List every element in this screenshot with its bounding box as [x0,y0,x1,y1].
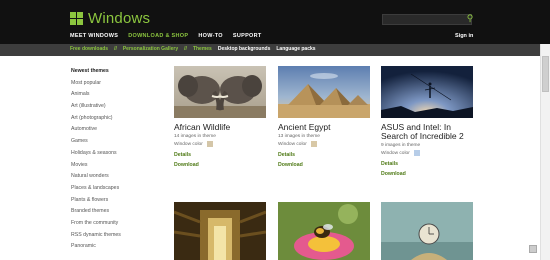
sidebar-item-games[interactable]: Games [71,137,166,149]
top-navigation: MEET WINDOWS DOWNLOAD & SHOP HOW-TO SUPP… [70,33,262,39]
sidebar-item-holidays-seasons[interactable]: Holidays & seasons [71,149,166,161]
theme-title[interactable]: African Wildlife [174,123,266,132]
windows-logo[interactable]: Windows [70,10,150,27]
sidebar-item-animals[interactable]: Animals [71,90,166,102]
windows-flag-icon [70,12,83,25]
sidebar-item-movies[interactable]: Movies [71,161,166,173]
theme-window-color: Window color [174,141,266,147]
sidebar-item-rss-dynamic-themes[interactable]: RSS dynamic themes [71,231,166,243]
subnav-themes[interactable]: Themes [193,46,212,52]
theme-card-african-wildlife: African Wildlife 14 images in theme Wind… [174,66,266,168]
sidebar-item-branded-themes[interactable]: Branded themes [71,207,166,219]
theme-thumbnail-ancient-egypt[interactable] [278,66,370,118]
window-color-label: Window color [174,141,203,147]
sidebar-item-plants-flowers[interactable]: Plants & flowers [71,196,166,208]
theme-image-count: 13 images in theme [278,134,320,139]
theme-window-color: Window color [278,141,370,147]
theme-image-count: 14 images in theme [174,134,216,139]
theme-card-ancient-egypt: Ancient Egypt 13 images in theme Window … [278,66,370,168]
subnav-personalization-gallery[interactable]: Personalization Gallery [123,46,178,52]
theme-image-count: 9 images in theme [381,143,421,148]
sidebar-item-art-illustrative[interactable]: Art (illustrative) [71,102,166,114]
theme-thumbnail-bee-flower[interactable] [278,202,370,260]
details-link[interactable]: Details [278,152,370,158]
color-swatch [310,141,317,147]
subnav-free-downloads[interactable]: Free downloads [70,46,108,52]
subnav-language-packs[interactable]: Language packs [276,46,315,52]
theme-thumbnail-asus-intel[interactable] [381,66,473,118]
theme-thumbnail-library[interactable] [174,202,266,260]
breadcrumb: Free downloads // Personalization Galler… [0,44,550,56]
breadcrumb-separator: // [114,46,117,52]
breadcrumb-separator: // [184,46,187,52]
vertical-scrollbar[interactable] [540,44,550,260]
download-link[interactable]: Download [278,162,370,168]
logo-text: Windows [88,10,151,27]
feedback-icon[interactable] [529,245,537,253]
category-sidebar: Newest themes Most popular Animals Art (… [71,67,166,254]
window-color-label: Window color [381,150,410,156]
subnav-desktop-backgrounds[interactable]: Desktop backgrounds [218,46,271,52]
nav-meet-windows[interactable]: MEET WINDOWS [70,33,118,39]
sidebar-item-newest-themes[interactable]: Newest themes [71,67,166,79]
sidebar-item-from-the-community[interactable]: From the community [71,219,166,231]
sign-in-link[interactable]: Sign in [455,33,473,39]
search-icon[interactable]: ⚲ [465,13,475,24]
sidebar-item-places-landscapes[interactable]: Places & landscapes [71,184,166,196]
nav-download-shop[interactable]: DOWNLOAD & SHOP [128,33,188,39]
theme-thumbnail-african-wildlife[interactable] [174,66,266,118]
site-header: Windows ⚲ MEET WINDOWS DOWNLOAD & SHOP H… [0,0,550,44]
sidebar-item-automotive[interactable]: Automotive [71,125,166,137]
sidebar-item-most-popular[interactable]: Most popular [71,79,166,91]
theme-title[interactable]: Ancient Egypt [278,123,370,132]
details-link[interactable]: Details [174,152,266,158]
window-color-label: Window color [278,141,307,147]
theme-title[interactable]: ASUS and Intel: In Search of Incredible … [381,123,473,141]
nav-support[interactable]: SUPPORT [233,33,262,39]
scrollbar-thumb[interactable] [542,56,549,92]
page: Windows ⚲ MEET WINDOWS DOWNLOAD & SHOP H… [0,0,550,260]
color-swatch [206,141,213,147]
search-input[interactable] [382,14,472,25]
sidebar-item-panoramic[interactable]: Panoramic [71,242,166,254]
nav-how-to[interactable]: HOW-TO [198,33,223,39]
download-link[interactable]: Download [174,162,266,168]
theme-window-color: Window color [381,150,473,156]
details-link[interactable]: Details [381,161,473,167]
theme-card-asus-intel: ASUS and Intel: In Search of Incredible … [381,66,473,177]
download-link[interactable]: Download [381,171,473,177]
sidebar-item-natural-wonders[interactable]: Natural wonders [71,172,166,184]
color-swatch [413,150,420,156]
theme-thumbnail-illustrated-clock[interactable] [381,202,473,260]
sidebar-item-art-photographic[interactable]: Art (photographic) [71,114,166,126]
